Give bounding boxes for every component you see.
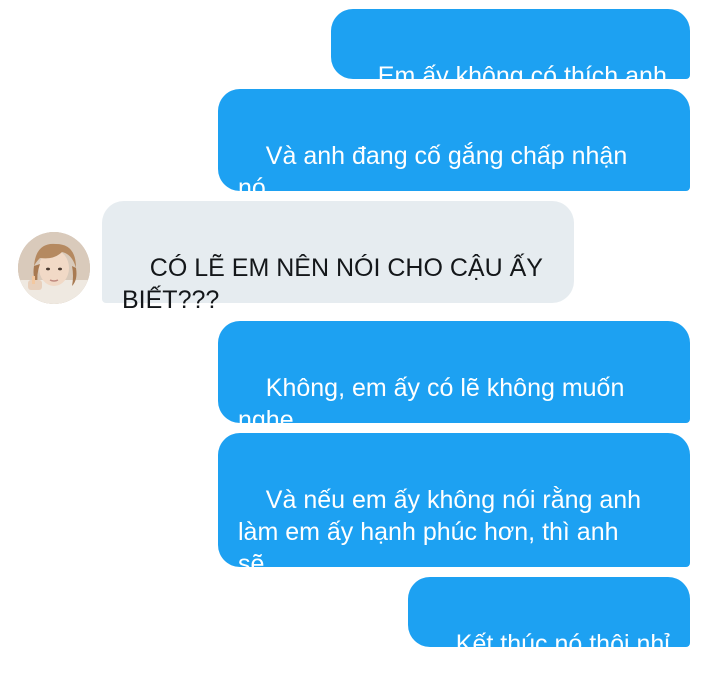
message-bubble-sent-1[interactable]: Em ấy không có thích anh [331, 9, 690, 90]
message-text: Và nếu em ấy không nói rằng anh làm em ấ… [238, 486, 642, 578]
message-text: Em ấy không có thích anh [377, 62, 667, 90]
message-text: CÓ LẼ EM NÊN NÓI CHO CẬU ẤY BIẾT??? [122, 254, 543, 314]
avatar-photo-icon [18, 232, 90, 304]
message-bubble-received-1[interactable]: CÓ LẼ EM NÊN NÓI CHO CẬU ẤY BIẾT??? [102, 201, 574, 314]
message-text: Kết thúc nó thôi nhỉ [455, 630, 670, 658]
message-bubble-sent-3[interactable]: Không, em ấy có lẽ không muốn nghe [218, 321, 690, 434]
message-text: Không, em ấy có lẽ không muốn nghe [238, 374, 625, 434]
avatar[interactable] [18, 232, 90, 304]
message-bubble-sent-5[interactable]: Kết thúc nó thôi nhỉ [408, 577, 690, 658]
message-bubble-sent-4[interactable]: Và nếu em ấy không nói rằng anh làm em ấ… [218, 433, 690, 578]
message-bubble-sent-2[interactable]: Và anh đang cố gắng chấp nhận nó [218, 89, 690, 202]
message-text: Và anh đang cố gắng chấp nhận nó [238, 142, 628, 202]
